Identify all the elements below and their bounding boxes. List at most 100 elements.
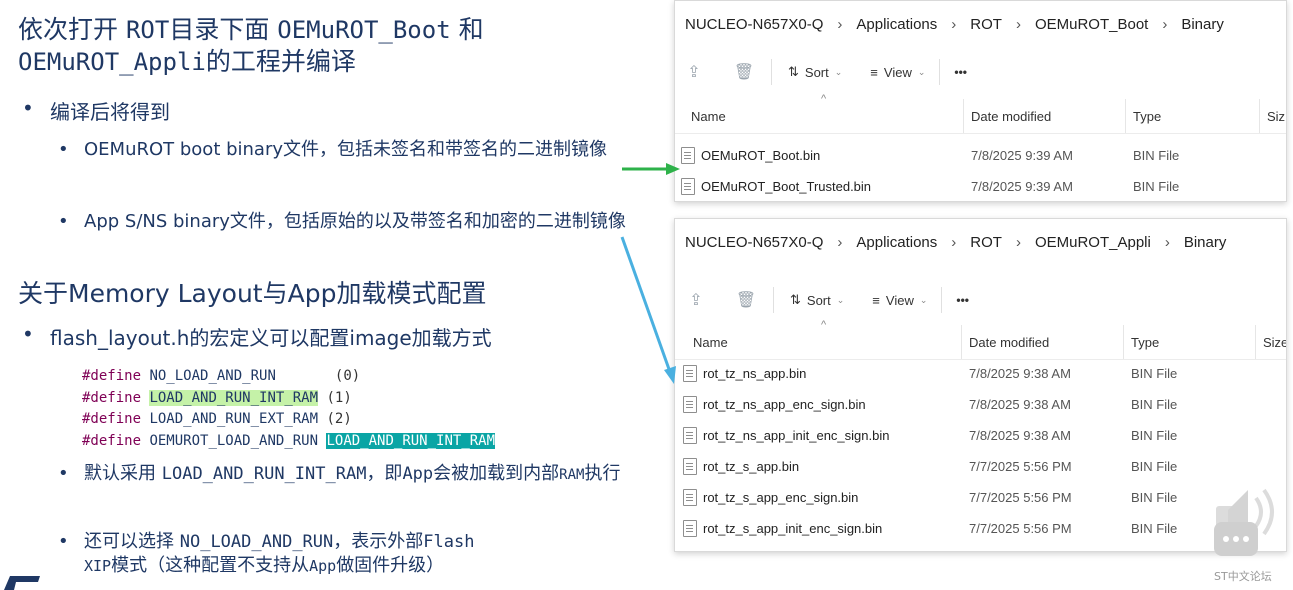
breadcrumb-item[interactable]: NUCLEO-N657X0-Q: [685, 234, 823, 251]
toolbar: ⇪ 🗑 ⇅ Sort ⌄ ≡ View ⌄ •••: [675, 47, 1286, 97]
file-type: BIN File: [1131, 459, 1178, 474]
sort-button[interactable]: ⇅ Sort ⌄: [790, 292, 844, 308]
breadcrumb-item[interactable]: OEMuROT_Appli: [1035, 234, 1151, 251]
breadcrumb-item[interactable]: ROT: [970, 16, 1002, 33]
file-type: BIN File: [1131, 366, 1178, 381]
toolbar-divider: [773, 287, 774, 313]
more-options-button[interactable]: •••: [954, 65, 967, 79]
file-date: 7/7/2025 5:56 PM: [969, 490, 1072, 505]
breadcrumb-item[interactable]: Binary: [1181, 16, 1224, 33]
code-block: #define NO_LOAD_AND_RUN (0) #define LOAD…: [82, 366, 496, 452]
breadcrumb-item[interactable]: ROT: [970, 234, 1002, 251]
file-name: rot_tz_s_app.bin: [703, 459, 800, 474]
breadcrumb-item[interactable]: OEMuROT_Boot: [1035, 16, 1148, 33]
column-header-name[interactable]: Name: [691, 109, 726, 124]
file-icon: [683, 489, 697, 506]
file-date: 7/7/2025 5:56 PM: [969, 459, 1072, 474]
file-name: rot_tz_s_app_enc_sign.bin: [703, 490, 859, 505]
chevron-right-icon: ›: [1162, 15, 1168, 33]
chevron-right-icon: ›: [1015, 233, 1021, 251]
chevron-down-icon: ⌄: [917, 66, 926, 77]
view-icon: ≡: [872, 292, 880, 308]
toolbar-divider: [771, 59, 772, 85]
sort-ascending-icon: ^: [821, 319, 827, 331]
section-heading: 关于Memory Layout与App加载模式配置: [18, 279, 487, 308]
file-type: BIN File: [1131, 521, 1178, 536]
file-date: 7/8/2025 9:39 AM: [971, 179, 1073, 194]
file-name: rot_tz_ns_app_enc_sign.bin: [703, 397, 866, 412]
toolbar: ⇪ 🗑 ⇅ Sort ⌄ ≡ View ⌄ •••: [675, 275, 1286, 325]
explorer-window-appli: NUCLEO-N657X0-Q › Applications › ROT › OEMu…: [674, 218, 1287, 552]
breadcrumb: NUCLEO-N657X0-Q › Applications › ROT › OEMu…: [675, 1, 1286, 47]
file-date: 7/8/2025 9:38 AM: [969, 366, 1071, 381]
file-type: BIN File: [1131, 428, 1178, 443]
share-icon[interactable]: ⇪: [685, 290, 707, 310]
file-type: BIN File: [1133, 148, 1180, 163]
blue-arrow-icon: [620, 236, 676, 384]
file-row[interactable]: rot_tz_ns_app_enc_sign.bin 7/8/2025 9:38…: [675, 389, 1286, 420]
file-icon: [683, 427, 697, 444]
chevron-right-icon: ›: [1164, 233, 1170, 251]
delete-icon[interactable]: 🗑: [735, 290, 757, 310]
column-header-size[interactable]: Siz: [1267, 109, 1285, 124]
sort-ascending-icon: ^: [821, 93, 827, 105]
toolbar-divider: [939, 59, 941, 85]
watermark-text: ST中文论坛: [1214, 570, 1272, 583]
chevron-right-icon: ›: [837, 233, 843, 251]
view-button[interactable]: ≡ View ⌄: [870, 65, 925, 80]
chevron-right-icon: ›: [951, 15, 957, 33]
file-icon: [683, 458, 697, 475]
column-header-type[interactable]: Type: [1133, 109, 1161, 124]
file-row[interactable]: rot_tz_s_app_enc_sign.bin 7/7/2025 5:56 …: [675, 482, 1286, 513]
sort-icon: ⇅: [790, 292, 801, 307]
code-line-2: #define LOAD_AND_RUN_EXT_RAM (2): [82, 411, 352, 428]
file-date: 7/8/2025 9:39 AM: [971, 148, 1073, 163]
column-header-date[interactable]: Date modified: [969, 335, 1049, 350]
chevron-down-icon: ⌄: [836, 294, 845, 305]
file-row[interactable]: OEMuROT_Boot.bin 7/8/2025 9:39 AM BIN Fi…: [675, 140, 1286, 171]
code-line-0: #define NO_LOAD_AND_RUN (0): [82, 368, 361, 384]
file-row[interactable]: rot_tz_ns_app_init_enc_sign.bin 7/8/2025…: [675, 420, 1286, 451]
column-header-row: Name ^ Date modified Type Size: [675, 319, 1286, 360]
file-row[interactable]: OEMuROT_Boot_Trusted.bin 7/8/2025 9:39 A…: [675, 171, 1286, 201]
file-date: 7/7/2025 5:56 PM: [969, 521, 1072, 536]
file-row[interactable]: rot_tz_s_app_init_enc_sign.bin 7/7/2025 …: [675, 513, 1286, 544]
file-type: BIN File: [1131, 490, 1178, 505]
chevron-right-icon: ›: [837, 15, 843, 33]
column-header-row: Name ^ Date modified Type Siz: [675, 93, 1286, 134]
file-row[interactable]: rot_tz_s_app.bin 7/7/2025 5:56 PM BIN Fi…: [675, 451, 1286, 482]
view-button[interactable]: ≡ View ⌄: [872, 293, 927, 308]
chevron-down-icon: ⌄: [834, 66, 843, 77]
more-options-button[interactable]: •••: [956, 293, 969, 307]
file-name: OEMuROT_Boot.bin: [701, 148, 821, 163]
file-icon: [683, 365, 697, 382]
sort-icon: ⇅: [788, 64, 799, 79]
view-icon: ≡: [870, 64, 878, 80]
breadcrumb-item[interactable]: Binary: [1184, 234, 1227, 251]
column-header-date[interactable]: Date modified: [971, 109, 1051, 124]
chevron-down-icon: ⌄: [919, 294, 928, 305]
file-icon: [681, 147, 695, 164]
column-header-size[interactable]: Size: [1263, 335, 1286, 350]
column-header-type[interactable]: Type: [1131, 335, 1159, 350]
breadcrumb-item[interactable]: NUCLEO-N657X0-Q: [685, 16, 823, 33]
explorer-window-boot: NUCLEO-N657X0-Q › Applications › ROT › OEMu…: [674, 0, 1287, 202]
breadcrumb: NUCLEO-N657X0-Q › Applications › ROT › OEMu…: [675, 219, 1286, 265]
file-date: 7/8/2025 9:38 AM: [969, 428, 1071, 443]
file-icon: [683, 396, 697, 413]
code-line-3: #define OEMUROT_LOAD_AND_RUN LOAD_AND_RU…: [82, 432, 496, 449]
file-name: rot_tz_ns_app.bin: [703, 366, 807, 381]
file-name: OEMuROT_Boot_Trusted.bin: [701, 179, 872, 194]
file-type: BIN File: [1133, 179, 1180, 194]
file-name: rot_tz_s_app_init_enc_sign.bin: [703, 521, 883, 536]
toolbar-divider: [941, 287, 943, 313]
delete-icon[interactable]: 🗑: [733, 62, 755, 82]
breadcrumb-item[interactable]: Applications: [856, 16, 937, 33]
breadcrumb-item[interactable]: Applications: [856, 234, 937, 251]
chevron-right-icon: ›: [951, 233, 957, 251]
file-row[interactable]: rot_tz_ns_app.bin 7/8/2025 9:38 AM BIN F…: [675, 358, 1286, 389]
file-name: rot_tz_ns_app_init_enc_sign.bin: [703, 428, 890, 443]
sort-button[interactable]: ⇅ Sort ⌄: [788, 64, 842, 80]
column-header-name[interactable]: Name: [693, 335, 728, 350]
share-icon[interactable]: ⇪: [683, 62, 705, 82]
